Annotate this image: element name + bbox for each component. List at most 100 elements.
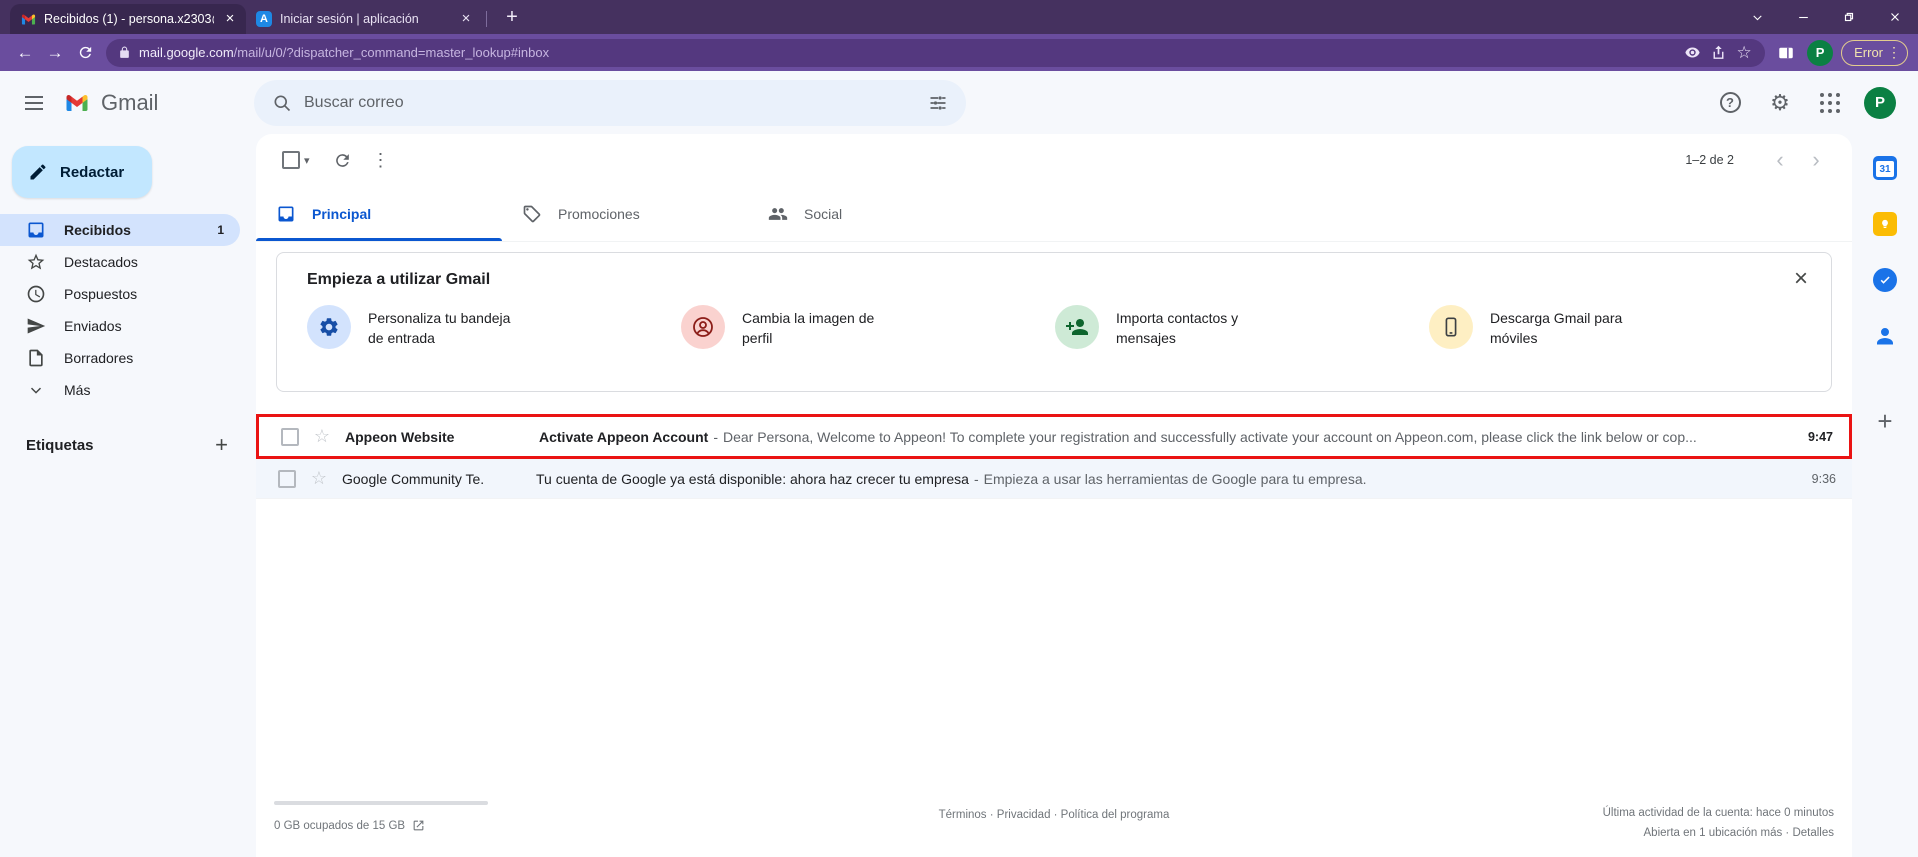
browser-tab-app[interactable]: A Iniciar sesión | aplicación ×: [246, 4, 482, 34]
gmail-logo[interactable]: Gmail: [62, 90, 210, 116]
side-panel-rail: 31 +: [1852, 134, 1918, 857]
side-panel-icon[interactable]: [1773, 40, 1799, 66]
calendar-icon[interactable]: 31: [1867, 150, 1903, 186]
onboarding-item-download-mobile[interactable]: Descarga Gmail para móviles: [1429, 305, 1803, 349]
document-icon: [26, 348, 46, 368]
email-list: ☆ Appeon Website Activate Appeon Account…: [256, 414, 1852, 499]
tab-close-icon[interactable]: ×: [458, 11, 474, 27]
minimize-button[interactable]: [1780, 0, 1826, 34]
sidebar-item-drafts[interactable]: Borradores: [0, 342, 240, 374]
tab-principal[interactable]: Principal: [256, 186, 502, 241]
activity-line1: Última actividad de la cuenta: hace 0 mi…: [1603, 803, 1834, 823]
search-bar: [254, 80, 966, 126]
compose-button[interactable]: Redactar: [12, 146, 152, 198]
contacts-icon[interactable]: [1867, 318, 1903, 354]
app-favicon: A: [256, 11, 272, 27]
error-menu-button[interactable]: Error ⋮: [1841, 40, 1908, 66]
gmail-header: Gmail ? ⚙ P: [0, 71, 1918, 134]
refresh-list-icon[interactable]: [324, 141, 362, 179]
email-row-google[interactable]: ☆ Google Community Te. Tu cuenta de Goog…: [256, 459, 1852, 499]
star-icon[interactable]: ☆: [311, 426, 333, 448]
help-icon[interactable]: ?: [1708, 81, 1752, 125]
clock-icon: [26, 284, 46, 304]
onboarding-item-profile-image[interactable]: Cambia la imagen de perfil: [681, 305, 1055, 349]
send-icon: [26, 316, 46, 336]
star-icon[interactable]: ☆: [308, 468, 330, 490]
email-row-appeon[interactable]: ☆ Appeon Website Activate Appeon Account…: [256, 414, 1852, 459]
select-caret-icon[interactable]: ▾: [304, 154, 310, 167]
browser-profile-avatar[interactable]: P: [1807, 40, 1833, 66]
storage-text: 0 GB ocupados de 15 GB: [274, 820, 405, 832]
close-icon[interactable]: ×: [1785, 263, 1817, 295]
tab-social[interactable]: Social: [748, 186, 994, 241]
tasks-icon[interactable]: [1867, 262, 1903, 298]
refresh-button[interactable]: [70, 38, 100, 68]
sidebar-item-more[interactable]: Más: [0, 374, 240, 406]
tab-promociones[interactable]: Promociones: [502, 186, 748, 241]
tab-label: Principal: [312, 206, 371, 222]
visibility-icon[interactable]: [1679, 40, 1705, 66]
onboarding-item-customize-inbox[interactable]: Personaliza tu bandeja de entrada: [307, 305, 681, 349]
sidebar-item-inbox[interactable]: Recibidos 1: [0, 214, 240, 246]
email-sender: Appeon Website: [341, 429, 539, 445]
onboarding-label: Cambia la imagen de perfil: [742, 308, 897, 349]
sidebar-item-sent[interactable]: Enviados: [0, 310, 240, 342]
apps-grid-icon[interactable]: [1808, 81, 1852, 125]
close-window-button[interactable]: [1872, 0, 1918, 34]
error-label: Error: [1854, 45, 1883, 60]
browser-tab-gmail[interactable]: Recibidos (1) - persona.x2303@g ×: [10, 4, 246, 34]
restore-button[interactable]: [1826, 0, 1872, 34]
search-icon[interactable]: [260, 81, 304, 125]
new-tab-button[interactable]: +: [499, 4, 525, 30]
get-addons-icon[interactable]: +: [1877, 406, 1892, 437]
onboarding-title: Empieza a utilizar Gmail: [307, 271, 1803, 289]
inbox-icon: [26, 220, 46, 240]
gmail-favicon: [20, 11, 36, 27]
onboarding-label: Descarga Gmail para móviles: [1490, 308, 1645, 349]
tab-separator: [486, 11, 487, 27]
window-controls: [1734, 0, 1918, 34]
sidebar-item-snoozed[interactable]: Pospuestos: [0, 278, 240, 310]
back-button[interactable]: ←: [10, 38, 40, 68]
keep-icon[interactable]: [1867, 206, 1903, 242]
bookmark-star-icon[interactable]: ☆: [1731, 40, 1757, 66]
more-options-icon[interactable]: ⋮: [362, 141, 400, 179]
tab-search-icon[interactable]: [1734, 0, 1780, 34]
lock-icon: [118, 46, 131, 59]
email-subject-snippet: Tu cuenta de Google ya está disponible: …: [536, 471, 1770, 487]
sidebar-item-label: Borradores: [64, 350, 133, 366]
email-checkbox[interactable]: [278, 470, 296, 488]
person-add-icon: [1055, 305, 1099, 349]
forward-button[interactable]: →: [40, 38, 70, 68]
gmail-profile-avatar[interactable]: P: [1864, 87, 1896, 119]
storage-progressbar: [274, 801, 488, 805]
labels-title: Etiquetas: [26, 437, 94, 454]
email-time: 9:36: [1780, 472, 1836, 486]
create-label-icon[interactable]: +: [215, 432, 228, 458]
share-icon[interactable]: [1705, 40, 1731, 66]
browser-titlebar: Recibidos (1) - persona.x2303@g × A Inic…: [0, 0, 1918, 34]
address-bar[interactable]: mail.google.com/mail/u/0/?dispatcher_com…: [106, 39, 1765, 67]
settings-icon[interactable]: ⚙: [1758, 81, 1802, 125]
tab-label: Promociones: [558, 206, 640, 222]
older-page-icon[interactable]: ›: [1798, 147, 1834, 173]
tab-title: Recibidos (1) - persona.x2303@g: [44, 12, 214, 26]
sidebar-item-starred[interactable]: Destacados: [0, 246, 240, 278]
search-input[interactable]: [304, 94, 916, 112]
category-tabs: Principal Promociones Social: [256, 186, 1852, 242]
pagination: 1–2 de 2 ‹ ›: [1685, 147, 1834, 173]
main-menu-icon[interactable]: [12, 81, 56, 125]
newer-page-icon[interactable]: ‹: [1762, 147, 1798, 173]
footer-links[interactable]: Términos · Privacidad · Política del pro…: [274, 809, 1834, 821]
activity-line2[interactable]: Abierta en 1 ubicación más · Detalles: [1603, 823, 1834, 843]
inbox-tab-icon: [276, 204, 296, 224]
onboarding-item-import-contacts[interactable]: Importa contactos y mensajes: [1055, 305, 1429, 349]
search-options-icon[interactable]: [916, 81, 960, 125]
chevron-down-icon: [26, 380, 46, 400]
email-checkbox[interactable]: [281, 428, 299, 446]
select-all-control[interactable]: ▾: [282, 151, 310, 169]
select-all-checkbox[interactable]: [282, 151, 300, 169]
star-icon: [26, 252, 46, 272]
tag-icon: [522, 204, 542, 224]
tab-close-icon[interactable]: ×: [222, 11, 238, 27]
